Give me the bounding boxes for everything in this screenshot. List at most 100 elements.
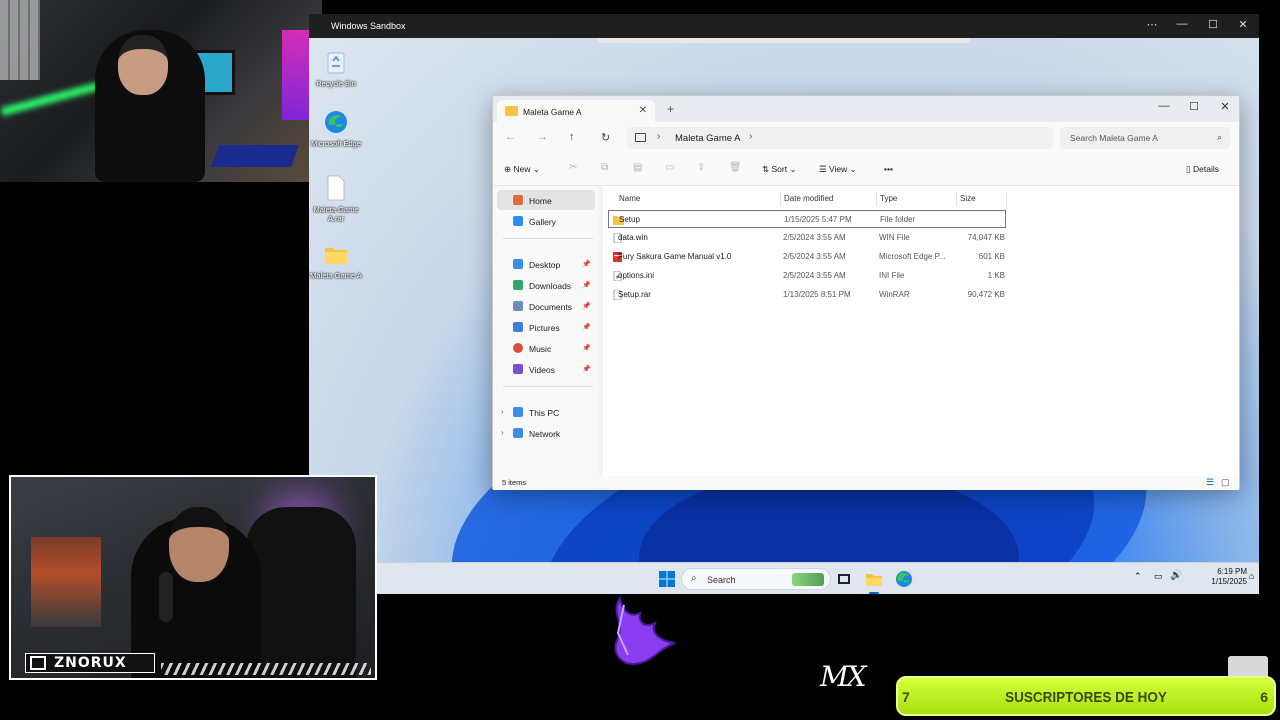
nav-item-pictures[interactable]: Pictures 📌 [497, 317, 595, 337]
details-view-icon[interactable]: ☰ [1206, 477, 1214, 488]
tab-close-icon[interactable]: ✕ [639, 105, 647, 116]
file-row[interactable]: Setup 1/15/2025 5:47 PM File folder [608, 210, 1006, 228]
breadcrumb[interactable]: Maleta Game A [675, 133, 740, 144]
column-header-date[interactable]: Date modified [784, 194, 833, 203]
column-divider[interactable] [876, 192, 877, 206]
desktop-icon-recycle-bin[interactable]: Recycle Bin [309, 48, 366, 88]
webcam-top [0, 0, 322, 182]
chevron-right-icon[interactable]: › [501, 407, 504, 416]
file-type: INI File [879, 271, 905, 280]
sandbox-titlebar[interactable]: Windows Sandbox ⋯ — ☐ ✕ [309, 14, 1259, 38]
document-icon [513, 301, 523, 311]
pin-icon: 📌 [582, 366, 591, 373]
nav-item-downloads[interactable]: Downloads 📌 [497, 275, 595, 295]
cut-icon[interactable]: ✂ [569, 162, 577, 173]
new-button[interactable]: ⊕ New ⌄ [504, 164, 540, 175]
nav-item-this-pc[interactable]: › This PC [497, 402, 595, 422]
nav-item-home[interactable]: Home [497, 190, 595, 210]
desktop-icon-edge[interactable]: Microsoft Edge [309, 108, 366, 148]
delete-icon[interactable]: 🗑 [729, 162, 742, 173]
nav-item-music[interactable]: Music 📌 [497, 338, 595, 358]
view-button[interactable]: ☰ View ⌄ [819, 164, 857, 175]
column-divider[interactable] [1006, 192, 1007, 206]
paste-icon[interactable]: ▤ [633, 162, 642, 173]
refresh-icon[interactable]: ↻ [601, 131, 610, 144]
column-header-type[interactable]: Type [880, 194, 897, 203]
item-count: 5 items [502, 478, 527, 487]
edge-icon[interactable] [895, 570, 913, 588]
taskbar-search-label: Search [707, 575, 736, 585]
chevron-right-icon[interactable]: › [501, 428, 504, 437]
sandbox-minimize-button[interactable]: — [1172, 18, 1192, 30]
sandbox-menu-button[interactable]: ⋯ [1142, 18, 1162, 31]
file-type: File folder [880, 215, 916, 224]
column-divider[interactable] [956, 192, 957, 206]
maximize-button[interactable]: ☐ [1183, 100, 1205, 113]
share-icon[interactable]: ⇪ [697, 162, 705, 173]
copy-icon[interactable]: ⧉ [601, 162, 608, 173]
chevron-up-icon[interactable]: ⌃ [1134, 571, 1142, 582]
volume-icon[interactable]: 🔊 [1170, 570, 1182, 581]
up-arrow-icon[interactable]: ↑ [569, 131, 575, 143]
explorer-tab[interactable]: Maleta Game A ✕ [497, 100, 655, 122]
webcam-led-strip [0, 82, 100, 116]
nav-divider [503, 386, 593, 387]
computer-icon [513, 407, 523, 417]
signature-logo: MX [820, 660, 867, 693]
notification-icon[interactable]: ⌂ [1249, 571, 1254, 581]
back-arrow-icon[interactable]: ← [505, 131, 516, 143]
desktop-icon-folder[interactable]: Maleta Game A [309, 240, 366, 280]
search-placeholder: Search Maleta Game A [1070, 133, 1158, 143]
folder-icon [505, 106, 518, 116]
nav-item-videos[interactable]: Videos 📌 [497, 359, 595, 379]
nav-item-label: Network [529, 429, 561, 439]
sort-button[interactable]: ⇅ Sort ⌄ [762, 164, 797, 175]
column-divider[interactable] [780, 192, 781, 206]
nav-item-network[interactable]: › Network [497, 423, 595, 443]
nav-item-gallery[interactable]: Gallery [497, 211, 595, 231]
taskbar-search[interactable]: ⌕ Search [681, 568, 831, 590]
windows-start-icon[interactable] [658, 570, 676, 588]
download-icon [513, 280, 523, 290]
desktop-icon-label: Microsoft Edge [310, 139, 362, 148]
sandbox-close-button[interactable]: ✕ [1233, 18, 1253, 31]
taskbar-clock[interactable]: 6:19 PM 1/15/2025 [1187, 567, 1247, 587]
sandbox-maximize-button[interactable]: ☐ [1203, 18, 1223, 31]
folder-icon [325, 248, 347, 264]
new-tab-button[interactable]: + [667, 102, 674, 116]
details-button[interactable]: ▯ Details [1186, 164, 1219, 175]
clock-time: 6:19 PM [1217, 567, 1247, 576]
nav-item-label: Desktop [529, 260, 561, 270]
file-row[interactable]: data.win 2/5/2024 3:55 AM WIN File 74,04… [608, 229, 1006, 247]
nav-item-desktop[interactable]: Desktop 📌 [497, 254, 595, 274]
close-button[interactable]: ✕ [1214, 100, 1236, 113]
chevron-right-icon[interactable]: › [749, 131, 752, 142]
file-row[interactable]: Fury Sakura Game Manual v1.0 2/5/2024 3:… [608, 248, 1006, 266]
webcam-person-head [118, 35, 168, 95]
more-options-button[interactable]: ••• [884, 164, 893, 174]
column-header-name[interactable]: Name [619, 194, 640, 203]
explorer-tabbar[interactable]: Maleta Game A ✕ + — ☐ ✕ [493, 96, 1239, 122]
network-icon[interactable]: ▭ [1154, 571, 1163, 582]
task-view-icon[interactable] [835, 570, 853, 588]
address-box[interactable]: › Maleta Game A › [627, 127, 1053, 149]
file-icon [327, 175, 345, 201]
minimize-button[interactable]: — [1153, 100, 1175, 112]
file-row[interactable]: Setup.rar 1/13/2025 8:51 PM WinRAR 90,47… [608, 286, 1006, 304]
chevron-right-icon: › [657, 131, 661, 142]
forward-arrow-icon[interactable]: → [537, 131, 548, 143]
desktop-icon-rar[interactable]: Maleta Game A.rar [309, 174, 366, 223]
search-input[interactable]: Search Maleta Game A ⌕ [1060, 127, 1230, 149]
column-header-size[interactable]: Size [960, 194, 976, 203]
file-row[interactable]: options.ini 2/5/2024 3:55 AM INI File 1 … [608, 267, 1006, 285]
streamer-name: ZNORUX [54, 655, 127, 671]
rename-icon[interactable]: ▭ [665, 162, 674, 173]
details-label: Details [1193, 164, 1220, 174]
tiles-view-icon[interactable]: ▢ [1221, 477, 1230, 488]
sandbox-window: Windows Sandbox ⋯ — ☐ ✕ Recycle Bin Micr… [309, 14, 1259, 594]
file-list: Name Date modified Type Size Setup 1/15/… [603, 186, 1239, 476]
nav-item-documents[interactable]: Documents 📌 [497, 296, 595, 316]
gallery-icon [513, 216, 523, 226]
file-explorer-icon[interactable] [865, 570, 883, 588]
desktop-icon [513, 259, 523, 269]
